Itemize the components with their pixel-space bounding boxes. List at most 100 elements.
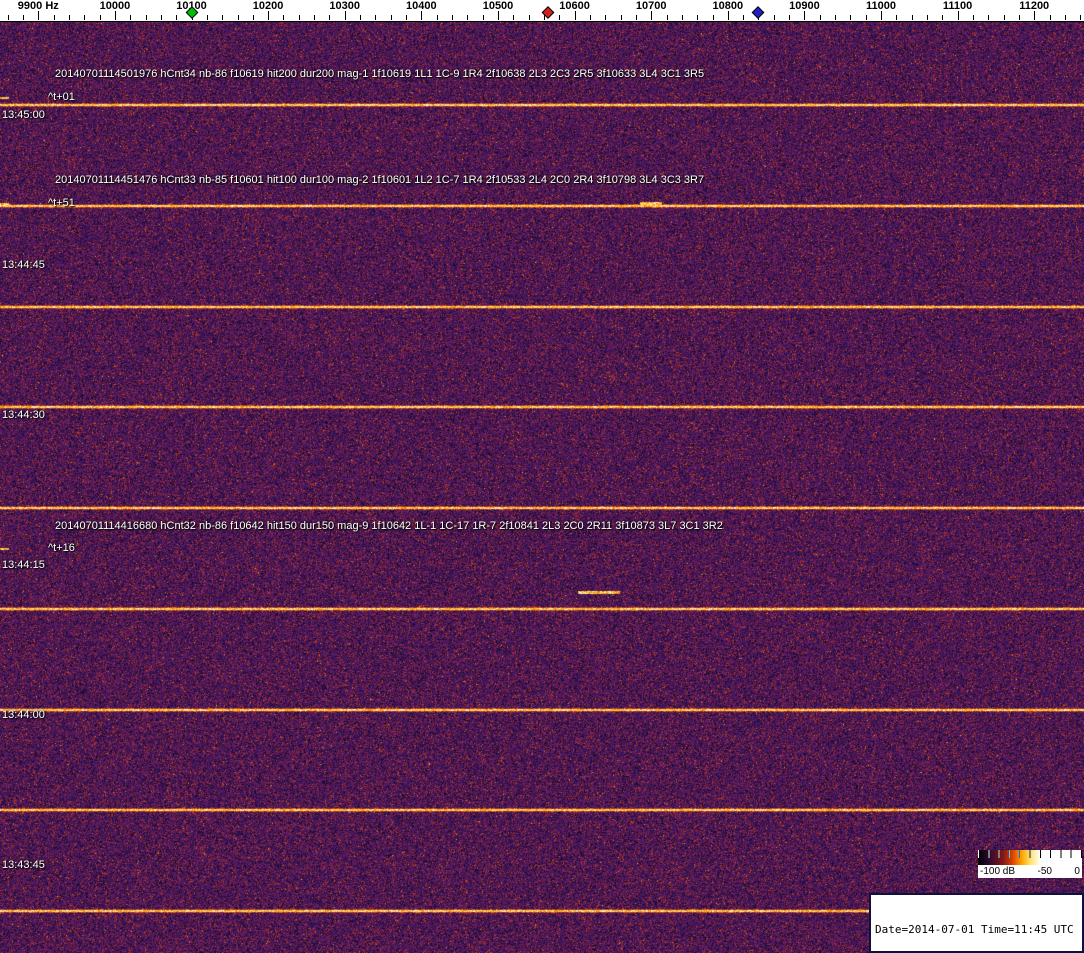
freq-major-tick	[114, 11, 116, 20]
freq-tick-label: 10400	[406, 0, 437, 12]
freq-tick-label: 10900	[789, 0, 820, 12]
freq-major-tick	[804, 11, 806, 20]
freq-minor-tick	[406, 15, 407, 20]
freq-minor-tick	[298, 15, 300, 20]
freq-minor-tick	[130, 15, 132, 20]
spectrogram-window: 9900 Hz100001010010200103001040010500106…	[0, 0, 1084, 953]
freq-major-tick	[1034, 11, 1036, 20]
freq-minor-tick	[375, 15, 377, 20]
time-axis-label: 13:45:00	[2, 109, 45, 121]
freq-minor-tick	[589, 15, 591, 20]
freq-tick-label: 10600	[559, 0, 590, 12]
db-max-label: 0	[1074, 866, 1080, 877]
freq-tick-label: 10800	[712, 0, 744, 12]
freq-major-tick	[344, 11, 346, 20]
freq-minor-tick	[789, 15, 791, 20]
blue-diamond-marker[interactable]	[752, 6, 765, 19]
db-scale-ticks	[978, 850, 1082, 858]
freq-minor-tick	[53, 15, 55, 20]
detection-time-marker: ^t+51	[48, 197, 75, 209]
freq-minor-tick	[99, 15, 101, 20]
detection-time-marker: ^t+01	[48, 91, 75, 103]
info-line-datetime: Date=2014-07-01 Time=11:45 UTC	[875, 923, 1074, 936]
freq-minor-tick	[927, 15, 928, 20]
freq-minor-tick	[68, 15, 70, 20]
time-axis-label: 13:44:00	[2, 709, 45, 721]
freq-minor-tick	[252, 15, 254, 20]
freq-minor-tick	[436, 15, 438, 20]
freq-minor-tick	[145, 15, 147, 20]
freq-minor-tick	[1018, 15, 1020, 20]
freq-minor-tick	[972, 15, 974, 20]
freq-major-tick	[651, 11, 653, 20]
freq-minor-tick	[84, 15, 86, 20]
freq-tick-label: 10700	[635, 0, 667, 12]
freq-major-tick	[957, 11, 959, 20]
detection-annotation: 20140701114501976 hCnt34 nb-86 f10619 hi…	[55, 68, 705, 80]
freq-major-tick	[574, 11, 576, 20]
freq-minor-tick	[528, 15, 530, 20]
freq-tick-label: 10200	[252, 0, 284, 12]
freq-minor-tick	[467, 15, 469, 20]
freq-minor-tick	[1049, 15, 1051, 20]
spectrogram-area: 13:45:00 13:44:45 13:44:30 13:44:15 13:44:00…	[0, 22, 1084, 953]
freq-minor-tick	[819, 15, 821, 20]
db-mid-label: -50	[1037, 866, 1052, 877]
time-axis-label: 13:43:45	[2, 859, 45, 871]
freq-minor-tick	[666, 15, 668, 20]
freq-minor-tick	[329, 15, 331, 20]
freq-minor-tick	[7, 15, 9, 20]
freq-minor-tick	[237, 15, 239, 20]
observation-info-box: Date=2014-07-01 Time=11:45 UTC Freq=143 …	[869, 893, 1084, 953]
freq-minor-tick	[559, 15, 561, 20]
freq-minor-tick	[620, 15, 622, 20]
freq-major-tick	[268, 11, 270, 20]
freq-tick-label: 11100	[942, 0, 973, 12]
time-axis-label: 13:44:30	[2, 409, 45, 421]
freq-minor-tick	[697, 15, 699, 20]
detection-annotation: 20140701114416680 hCnt32 nb-86 f10642 hi…	[55, 520, 723, 532]
freq-minor-tick	[896, 15, 898, 20]
freq-minor-tick	[176, 15, 178, 20]
freq-minor-tick	[222, 15, 224, 20]
freq-tick-label: 11000	[866, 0, 896, 12]
freq-minor-tick	[635, 15, 637, 20]
spectrogram-canvas[interactable]	[0, 22, 1084, 953]
freq-minor-tick	[360, 15, 362, 20]
freq-minor-tick	[743, 15, 745, 20]
freq-minor-tick	[1064, 15, 1066, 20]
freq-minor-tick	[482, 15, 484, 20]
db-scale-legend: -100 dB -50 0	[978, 850, 1082, 878]
freq-minor-tick	[850, 15, 852, 20]
freq-minor-tick	[712, 15, 714, 20]
frequency-ruler[interactable]: 9900 Hz100001010010200103001040010500106…	[0, 0, 1084, 22]
freq-minor-tick	[160, 15, 162, 20]
freq-tick-label: 10000	[99, 0, 131, 12]
freq-minor-tick	[314, 15, 316, 20]
freq-minor-tick	[23, 15, 24, 20]
freq-major-tick	[498, 11, 499, 20]
freq-minor-tick	[390, 15, 392, 20]
db-scale-labels: -100 dB -50 0	[978, 865, 1082, 878]
freq-minor-tick	[283, 15, 285, 20]
freq-major-tick	[881, 11, 882, 20]
freq-minor-tick	[988, 15, 990, 20]
freq-minor-tick	[865, 15, 867, 20]
time-axis-label: 13:44:45	[2, 259, 45, 271]
freq-minor-tick	[773, 15, 775, 20]
freq-tick-label: 9900 Hz	[17, 0, 59, 12]
freq-minor-tick	[206, 15, 208, 20]
freq-minor-tick	[1080, 15, 1082, 20]
freq-minor-tick	[1003, 15, 1005, 20]
freq-major-tick	[38, 11, 40, 20]
freq-minor-tick	[911, 15, 913, 20]
freq-minor-tick	[605, 15, 607, 20]
db-min-label: -100 dB	[980, 866, 1016, 877]
freq-major-tick	[727, 11, 729, 20]
freq-minor-tick	[452, 15, 453, 20]
freq-major-tick	[421, 11, 423, 20]
db-gradient-bar	[978, 850, 1082, 865]
detection-time-marker: ^t+16	[48, 542, 75, 554]
freq-minor-tick	[513, 15, 515, 20]
freq-minor-tick	[681, 15, 683, 20]
